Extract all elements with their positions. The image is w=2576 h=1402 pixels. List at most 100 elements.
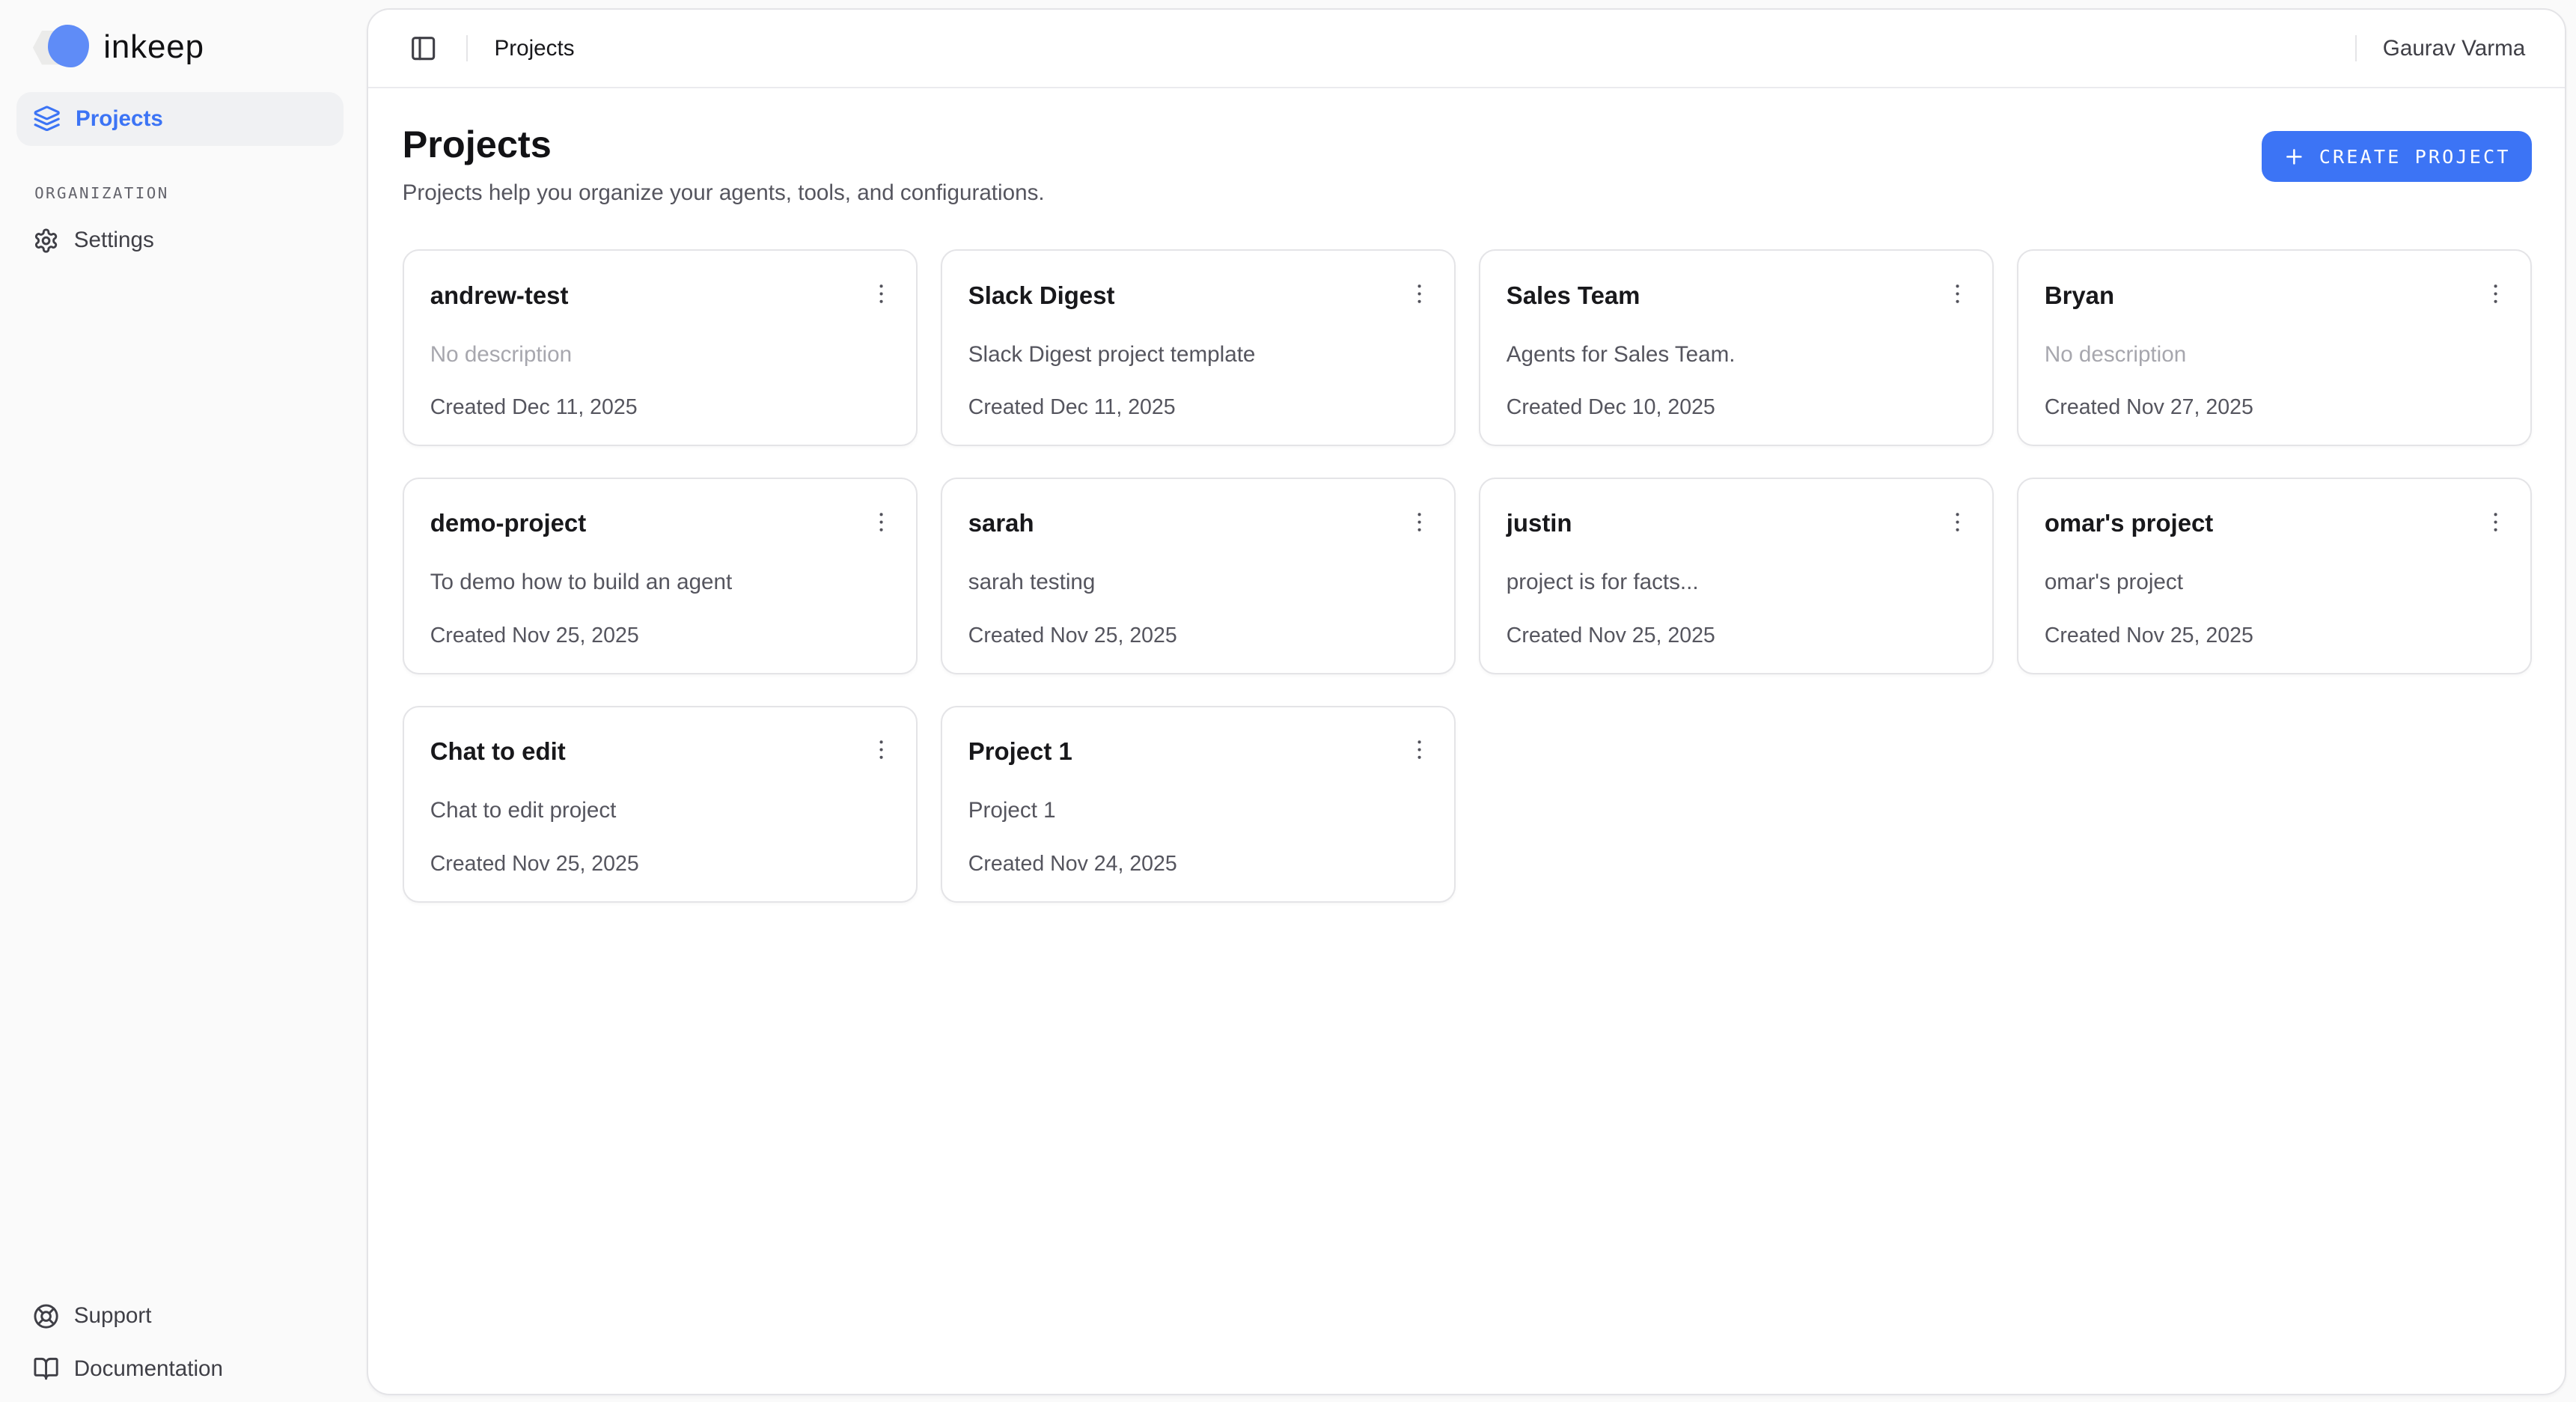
- kebab-icon: [1944, 509, 1971, 535]
- project-card-description: No description: [2045, 338, 2504, 371]
- project-card-header: omar's project: [2045, 507, 2504, 540]
- project-card-header: justin: [1507, 507, 1966, 540]
- project-card-title: Sales Team: [1507, 279, 1640, 312]
- brand-logo-text: inkeep: [103, 28, 204, 66]
- sidebar-item-settings[interactable]: Settings: [16, 213, 344, 267]
- kebab-icon: [1406, 509, 1432, 535]
- brand-logo[interactable]: inkeep: [0, 0, 367, 92]
- project-card[interactable]: Bryan No description Created Nov 27, 202…: [2017, 249, 2532, 446]
- project-card-description: sarah testing: [968, 566, 1428, 599]
- project-card-created: Created Nov 25, 2025: [430, 850, 890, 878]
- project-card-description: Agents for Sales Team.: [1507, 338, 1966, 371]
- project-card-menu-button[interactable]: [864, 504, 900, 540]
- page-header-text: Projects Projects help you organize your…: [403, 121, 1045, 207]
- kebab-icon: [1406, 737, 1432, 763]
- project-card-title: Bryan: [2045, 279, 2114, 312]
- project-card-menu-button[interactable]: [1402, 504, 1438, 540]
- project-card-menu-button[interactable]: [1402, 732, 1438, 768]
- inkeep-logo-icon: [33, 25, 89, 69]
- sidebar-toggle-button[interactable]: [403, 27, 445, 70]
- project-card-header: sarah: [968, 507, 1428, 540]
- project-card-created: Created Dec 11, 2025: [430, 394, 890, 421]
- panel-header: Projects Gaurav Varma: [368, 10, 2565, 88]
- page-title: Projects: [403, 121, 1045, 167]
- project-card-title: Slack Digest: [968, 279, 1115, 312]
- sidebar-item-label: Settings: [74, 228, 154, 253]
- kebab-icon: [868, 281, 894, 307]
- project-card-created: Created Nov 27, 2025: [2045, 394, 2504, 421]
- project-card-title: sarah: [968, 507, 1034, 540]
- create-project-button[interactable]: CREATE PROJECT: [2262, 131, 2532, 182]
- project-card-created: Created Dec 10, 2025: [1507, 394, 1966, 421]
- project-card-title: justin: [1507, 507, 1572, 540]
- project-card-description: No description: [430, 338, 890, 371]
- project-card[interactable]: sarah sarah testing Created Nov 25, 2025: [941, 478, 1456, 674]
- life-buoy-icon: [33, 1303, 59, 1329]
- kebab-icon: [1406, 281, 1432, 307]
- project-card-created: Created Nov 25, 2025: [430, 622, 890, 650]
- project-card-description: omar's project: [2045, 566, 2504, 599]
- sidebar-item-support[interactable]: Support: [16, 1291, 344, 1341]
- header-divider: [2355, 35, 2357, 61]
- projects-page: Projects Projects help you organize your…: [368, 88, 2565, 1393]
- project-card-title: Chat to edit: [430, 735, 566, 768]
- project-card-menu-button[interactable]: [2478, 275, 2514, 311]
- gear-icon: [33, 228, 59, 254]
- project-card[interactable]: Sales Team Agents for Sales Team. Create…: [1479, 249, 1994, 446]
- project-card[interactable]: Project 1 Project 1 Created Nov 24, 2025: [941, 706, 1456, 903]
- project-card-description: Project 1: [968, 794, 1428, 827]
- sidebar-item-documentation[interactable]: Documentation: [16, 1344, 344, 1394]
- project-card[interactable]: Slack Digest Slack Digest project templa…: [941, 249, 1456, 446]
- header-divider: [466, 35, 468, 61]
- project-card-title: demo-project: [430, 507, 586, 540]
- project-card-header: andrew-test: [430, 279, 890, 312]
- panel-left-icon: [409, 34, 437, 62]
- project-card-menu-button[interactable]: [2478, 504, 2514, 540]
- kebab-icon: [868, 509, 894, 535]
- project-card-created: Created Nov 24, 2025: [968, 850, 1428, 878]
- sidebar-item-projects[interactable]: Projects: [16, 92, 344, 146]
- main-panel: Projects Gaurav Varma Projects Projects …: [367, 8, 2566, 1395]
- kebab-icon: [1944, 281, 1971, 307]
- sidebar-nav: Projects ORGANIZATION Settings: [0, 92, 367, 268]
- user-menu[interactable]: Gaurav Varma: [2383, 36, 2525, 61]
- plus-icon: [2283, 145, 2306, 168]
- app-root: inkeep Projects ORGANIZATION Settings: [0, 0, 2576, 1402]
- book-open-icon: [33, 1356, 59, 1382]
- project-card-created: Created Nov 25, 2025: [2045, 622, 2504, 650]
- breadcrumb: Projects: [495, 36, 575, 61]
- project-card-menu-button[interactable]: [1940, 504, 1976, 540]
- page-subtitle: Projects help you organize your agents, …: [403, 179, 1045, 207]
- project-card-menu-button[interactable]: [864, 275, 900, 311]
- project-card-header: Bryan: [2045, 279, 2504, 312]
- project-card-header: Chat to edit: [430, 735, 890, 768]
- sidebar-item-label: Support: [74, 1303, 152, 1329]
- project-card[interactable]: omar's project omar's project Created No…: [2017, 478, 2532, 674]
- project-card-menu-button[interactable]: [864, 732, 900, 768]
- sidebar-section-organization-label: ORGANIZATION: [34, 184, 366, 202]
- project-card[interactable]: justin project is for facts... Created N…: [1479, 478, 1994, 674]
- project-card-title: omar's project: [2045, 507, 2213, 540]
- project-card[interactable]: demo-project To demo how to build an age…: [403, 478, 918, 674]
- project-card-menu-button[interactable]: [1940, 275, 1976, 311]
- layers-icon: [33, 105, 61, 132]
- project-card[interactable]: andrew-test No description Created Dec 1…: [403, 249, 918, 446]
- project-card-menu-button[interactable]: [1402, 275, 1438, 311]
- projects-grid: andrew-test No description Created Dec 1…: [403, 249, 2532, 902]
- project-card-description: Chat to edit project: [430, 794, 890, 827]
- project-card-title: Project 1: [968, 735, 1072, 768]
- sidebar-item-label: Documentation: [74, 1356, 223, 1382]
- logo-blob-shape: [48, 25, 89, 67]
- project-card-header: Sales Team: [1507, 279, 1966, 312]
- kebab-icon: [2482, 509, 2509, 535]
- project-card-description: To demo how to build an agent: [430, 566, 890, 599]
- project-card-header: Project 1: [968, 735, 1428, 768]
- page-header: Projects Projects help you organize your…: [403, 121, 2532, 207]
- create-project-button-label: CREATE PROJECT: [2319, 146, 2511, 168]
- sidebar-item-label: Projects: [76, 106, 163, 132]
- project-card-description: project is for facts...: [1507, 566, 1966, 599]
- project-card-description: Slack Digest project template: [968, 338, 1428, 371]
- project-card-created: Created Dec 11, 2025: [968, 394, 1428, 421]
- project-card[interactable]: Chat to edit Chat to edit project Create…: [403, 706, 918, 903]
- project-card-created: Created Nov 25, 2025: [968, 622, 1428, 650]
